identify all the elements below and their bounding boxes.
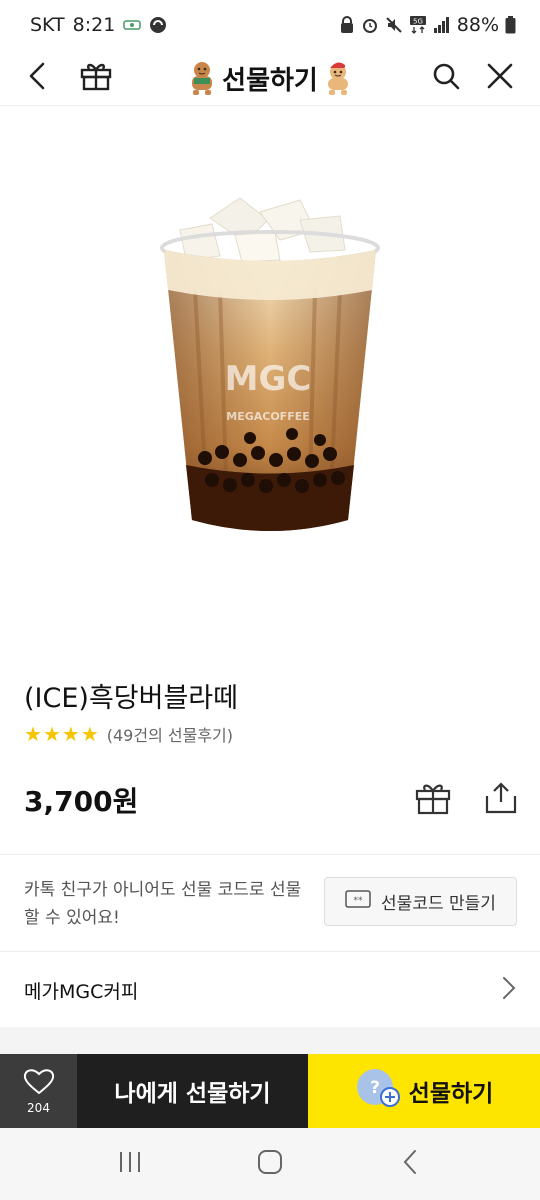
add-friend-avatar-icon: ?: [355, 1067, 401, 1115]
back-button[interactable]: [14, 50, 62, 106]
cup-brand-text: MEGACOFFEE: [226, 410, 309, 423]
search-icon: [432, 62, 460, 94]
gingerbread-mascot-icon: [186, 60, 218, 96]
gingerbread-santa-mascot-icon: [322, 60, 354, 96]
recent-apps-icon: [117, 1151, 143, 1177]
star-icon: ★: [42, 722, 61, 746]
gift-to-self-button[interactable]: 나에게 선물하기: [77, 1054, 308, 1128]
close-icon: [487, 63, 513, 93]
system-navigation-bar: [0, 1128, 540, 1200]
gift-box-icon: [415, 781, 451, 819]
battery-percent: 88%: [456, 14, 499, 36]
svg-text:?: ?: [370, 1078, 380, 1098]
bottom-action-bar: 204 나에게 선물하기 ? 선물하기: [0, 1054, 540, 1128]
wishlist-count: 204: [27, 1101, 50, 1115]
divider: [0, 854, 540, 855]
cup-logo-text: MGC: [225, 359, 312, 399]
share-button[interactable]: [479, 778, 523, 822]
sync-icon: [149, 16, 167, 34]
gift-button-label: 선물하기: [408, 1081, 494, 1107]
home-button[interactable]: [240, 1134, 300, 1194]
brand-name: 메가MGC커피: [24, 980, 139, 1003]
gift-wrap-button[interactable]: [411, 778, 455, 822]
gift-box-icon: [80, 61, 112, 95]
lock-icon: [339, 16, 355, 34]
heart-icon: [23, 1067, 55, 1099]
product-image: MGC MEGACOFFEE: [0, 107, 540, 652]
star-icon: ★: [61, 722, 80, 746]
rating-stars: ★ ★ ★ ★: [24, 724, 99, 744]
gift-code-description: 카톡 친구가 아니어도 선물 코드로 선물 할 수 있어요!: [24, 880, 302, 928]
bubble-tea-cup-illustration: MGC MEGACOFFEE: [160, 196, 380, 531]
header-title-text: 선물하기: [222, 65, 318, 96]
star-icon: ★: [80, 722, 99, 746]
clock: 8:21: [72, 14, 116, 36]
search-button[interactable]: [422, 50, 470, 106]
battery-icon: [505, 16, 516, 34]
network-5g-icon: 5G: [409, 16, 427, 34]
svg-text:5G: 5G: [413, 18, 423, 26]
back-icon: [27, 62, 49, 94]
create-gift-code-button[interactable]: ** 선물코드 만들기: [324, 877, 517, 926]
wishlist-button[interactable]: 204: [0, 1054, 77, 1128]
carrier-label: SKT: [30, 14, 65, 36]
review-count: (49건의 선물후기): [106, 726, 233, 745]
product-price: 3,700원: [24, 785, 139, 818]
product-name: (ICE)흑당버블라떼: [24, 683, 238, 714]
svg-text:**: **: [354, 896, 364, 906]
ticket-icon: **: [345, 890, 371, 913]
rating-row[interactable]: ★ ★ ★ ★ (49건의 선물후기): [24, 722, 233, 746]
create-gift-code-label: 선물코드 만들기: [381, 894, 496, 914]
section-spacer: [0, 1027, 540, 1054]
home-icon: [257, 1149, 283, 1179]
mute-icon: [385, 16, 403, 34]
alarm-icon: [361, 16, 379, 34]
close-button[interactable]: [476, 50, 524, 106]
brand-link[interactable]: 메가MGC커피: [0, 953, 540, 1027]
star-icon: ★: [24, 722, 42, 746]
gift-to-self-label: 나에게 선물하기: [114, 1081, 271, 1107]
recent-apps-button[interactable]: [100, 1134, 160, 1194]
gift-box-button[interactable]: [72, 50, 120, 106]
gift-button[interactable]: ? 선물하기: [308, 1054, 540, 1128]
top-app-bar: 선물하기: [0, 50, 540, 106]
status-bar: SKT 8:21 5G 88%: [0, 0, 540, 50]
chevron-right-icon: [502, 976, 516, 1004]
system-back-button[interactable]: [380, 1134, 440, 1194]
divider: [0, 951, 540, 952]
signal-icon: [433, 16, 451, 34]
app-notification-icon: [123, 18, 142, 32]
share-icon: [483, 780, 519, 820]
back-icon: [402, 1149, 418, 1179]
